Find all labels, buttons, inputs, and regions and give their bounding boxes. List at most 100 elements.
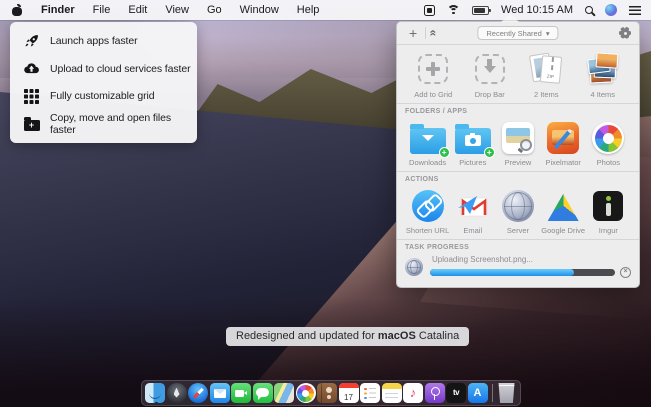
action-server[interactable]: Server	[495, 184, 540, 239]
action-google-drive[interactable]: Google Drive	[541, 184, 586, 239]
drop-target-add-to-grid[interactable]: Add to Grid	[405, 45, 462, 103]
menu-bar-left: Finder File Edit View Go Window Help	[0, 0, 328, 20]
action-label: Shorten URL	[406, 226, 449, 235]
rocket-icon	[23, 33, 40, 50]
dock-icon-maps[interactable]	[274, 383, 294, 403]
gear-icon[interactable]	[619, 27, 631, 39]
music-note-glyph: ♪	[403, 383, 423, 403]
feature-row-copy: + Copy, move and open files faster	[10, 111, 197, 136]
item-pixelmator[interactable]: Pixelmator	[541, 116, 586, 171]
item-label: Preview	[505, 158, 532, 167]
spotlight-search-icon[interactable]	[585, 6, 593, 14]
feature-label: Launch apps faster	[50, 35, 138, 47]
divider	[397, 103, 639, 104]
menu-help[interactable]: Help	[288, 0, 329, 20]
menu-go[interactable]: Go	[198, 0, 231, 20]
cancel-upload-button[interactable]: ×	[620, 267, 631, 278]
dock-icon-facetime[interactable]	[231, 383, 251, 403]
caption-pill: Redesigned and updated for macOS Catalin…	[226, 327, 469, 346]
recently-shared-dropdown[interactable]: Recently Shared ▾	[477, 26, 558, 40]
dock-icon-podcasts[interactable]	[425, 383, 445, 403]
pixelmator-app-icon	[547, 120, 579, 156]
action-label: Server	[507, 226, 529, 235]
notification-center-icon[interactable]	[629, 6, 641, 15]
drop-target-label: Drop Bar	[475, 90, 505, 99]
dock-icon-contacts[interactable]	[317, 383, 337, 403]
collapse-chevrons-icon[interactable]: «	[427, 30, 441, 37]
feature-row-upload: Upload to cloud services faster	[10, 56, 197, 81]
drop-targets-row: Add to Grid Drop Bar ZIP 2 Items 4 Items	[405, 45, 631, 103]
tv-glyph: tv	[446, 383, 466, 403]
pictures-folder-icon	[455, 120, 491, 156]
dropzone-menubar-icon[interactable]	[424, 5, 435, 16]
menu-finder[interactable]: Finder	[32, 0, 84, 20]
menu-bar-status: Wed 10:15 AM	[424, 0, 651, 20]
upload-task-row: Uploading Screenshot.png... ×	[405, 252, 631, 280]
item-downloads[interactable]: Downloads	[405, 116, 450, 171]
caption-suffix: Catalina	[416, 330, 459, 342]
action-label: Imgur	[599, 226, 618, 235]
dock-icon-safari[interactable]	[188, 383, 208, 403]
server-globe-icon	[502, 188, 534, 224]
caption-prefix: Redesigned and updated for	[236, 330, 378, 342]
dock-icon-photos[interactable]	[296, 383, 316, 403]
action-shorten-url[interactable]: Shorten URL	[405, 184, 450, 239]
dock-icon-mail[interactable]	[210, 383, 230, 403]
add-button[interactable]: +	[405, 26, 421, 40]
dock-icon-notes[interactable]	[382, 383, 402, 403]
drop-target-4-items[interactable]: 4 Items	[575, 45, 632, 103]
drop-target-drop-bar[interactable]: Drop Bar	[462, 45, 519, 103]
dropdown-label: Recently Shared	[486, 29, 541, 38]
menu-bar-clock[interactable]: Wed 10:15 AM	[501, 4, 573, 16]
item-pictures[interactable]: Pictures	[450, 116, 495, 171]
dock-icon-calendar[interactable]: 17	[339, 383, 359, 403]
popover-toolbar: + « Recently Shared ▾	[405, 22, 631, 44]
link-icon	[412, 188, 444, 224]
item-photos[interactable]: Photos	[586, 116, 631, 171]
appstore-glyph: A	[468, 383, 488, 403]
dock-separator	[492, 384, 493, 402]
drop-target-label: 4 Items	[590, 90, 615, 99]
drop-target-2-items[interactable]: ZIP 2 Items	[518, 45, 575, 103]
wifi-icon[interactable]	[447, 5, 460, 15]
action-label: Email	[463, 226, 482, 235]
action-imgur[interactable]: Imgur	[586, 184, 631, 239]
dock-icon-appstore[interactable]: A	[468, 383, 488, 403]
imgur-icon	[593, 188, 623, 224]
chevron-down-icon: ▾	[546, 29, 550, 38]
upload-progress-fill	[430, 269, 574, 276]
dock-icon-messages[interactable]	[253, 383, 273, 403]
dock-icon-finder[interactable]	[145, 383, 165, 403]
dock-icon-trash[interactable]	[497, 383, 517, 403]
dock-icon-music[interactable]: ♪	[403, 383, 423, 403]
item-preview[interactable]: Preview	[495, 116, 540, 171]
battery-icon[interactable]	[472, 6, 489, 15]
feature-row-grid: Fully customizable grid	[10, 84, 197, 109]
menu-view[interactable]: View	[156, 0, 198, 20]
dock-icon-launchpad[interactable]	[167, 383, 187, 403]
dock-icon-tv[interactable]: tv	[446, 383, 466, 403]
photos-app-icon	[592, 120, 624, 156]
menu-window[interactable]: Window	[231, 0, 288, 20]
cloud-upload-icon	[23, 60, 40, 77]
calendar-day: 17	[339, 393, 359, 402]
menu-bar: Finder File Edit View Go Window Help Wed…	[0, 0, 651, 20]
apple-menu-icon[interactable]	[12, 5, 22, 16]
menu-edit[interactable]: Edit	[119, 0, 156, 20]
photo-stack-icon	[583, 50, 623, 88]
siri-icon[interactable]	[605, 4, 617, 16]
preview-app-icon	[502, 120, 534, 156]
google-drive-icon	[548, 188, 579, 224]
dock-icon-reminders[interactable]	[360, 383, 380, 403]
divider	[397, 239, 639, 240]
add-to-grid-icon	[418, 50, 448, 88]
dropzone-popover: + « Recently Shared ▾ Add to Grid Drop B…	[396, 21, 640, 288]
item-label: Pixelmator	[545, 158, 580, 167]
section-title-task-progress: TASK PROGRESS	[405, 244, 631, 251]
downloads-folder-icon	[410, 120, 446, 156]
action-email[interactable]: Email	[450, 184, 495, 239]
divider	[397, 171, 639, 172]
item-label: Pictures	[459, 158, 486, 167]
menu-file[interactable]: File	[84, 0, 120, 20]
dock: 17 ♪ tv A	[141, 380, 521, 406]
